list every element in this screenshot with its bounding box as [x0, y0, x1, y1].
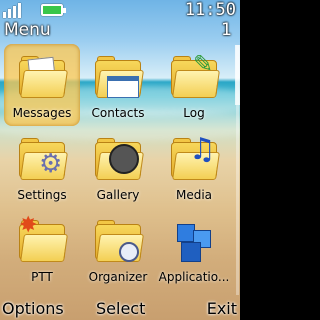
- media-icon: ♫: [171, 135, 220, 182]
- clock: 11:50: [184, 0, 236, 20]
- signal-icon: [3, 2, 23, 18]
- menu-item-label: Settings: [17, 188, 67, 202]
- menu-item-label: Applicatio...: [158, 270, 230, 284]
- menu-item-label: Media: [175, 188, 213, 202]
- ptt-icon: ✸: [19, 215, 68, 264]
- menu-item-label: Gallery: [96, 188, 140, 202]
- menu-item-label: Log: [183, 106, 205, 120]
- select-softkey[interactable]: Select: [96, 299, 145, 318]
- applications-icon: [171, 218, 219, 264]
- menu-item-label: Organizer: [88, 270, 148, 284]
- options-softkey[interactable]: Options: [2, 299, 64, 318]
- menu-item-applications[interactable]: Applicatio...: [156, 208, 232, 290]
- scrollbar-thumb[interactable]: [235, 45, 240, 105]
- menu-item-gallery[interactable]: Gallery: [80, 126, 156, 208]
- menu-item-settings[interactable]: ⚙ Settings: [4, 126, 80, 208]
- contacts-icon: [95, 54, 144, 100]
- menu-item-label: Contacts: [91, 106, 145, 120]
- log-icon: ✎: [171, 52, 220, 100]
- phone-screen: 11:50 Menu 1 Messages Contacts ✎ Log ⚙ S…: [0, 0, 240, 320]
- exit-softkey[interactable]: Exit: [207, 299, 237, 318]
- menu-item-media[interactable]: ♫ Media: [156, 126, 232, 208]
- softkey-bar: Options Select Exit: [0, 296, 240, 320]
- settings-icon: ⚙: [19, 136, 68, 182]
- page-number: 1: [221, 20, 232, 40]
- menu-item-contacts[interactable]: Contacts: [80, 44, 156, 126]
- menu-item-ptt[interactable]: ✸ PTT: [4, 208, 80, 290]
- gallery-icon: [95, 136, 144, 182]
- menu-item-label: PTT: [31, 270, 53, 284]
- organizer-icon: [95, 218, 144, 264]
- menu-item-messages[interactable]: Messages: [4, 44, 80, 126]
- messages-icon: [19, 54, 68, 100]
- battery-icon: [41, 4, 66, 16]
- status-bar: 11:50: [0, 0, 240, 20]
- page-title: Menu: [4, 20, 51, 40]
- menu-item-log[interactable]: ✎ Log: [156, 44, 232, 126]
- menu-item-label: Messages: [12, 106, 72, 120]
- menu-item-organizer[interactable]: Organizer: [80, 208, 156, 290]
